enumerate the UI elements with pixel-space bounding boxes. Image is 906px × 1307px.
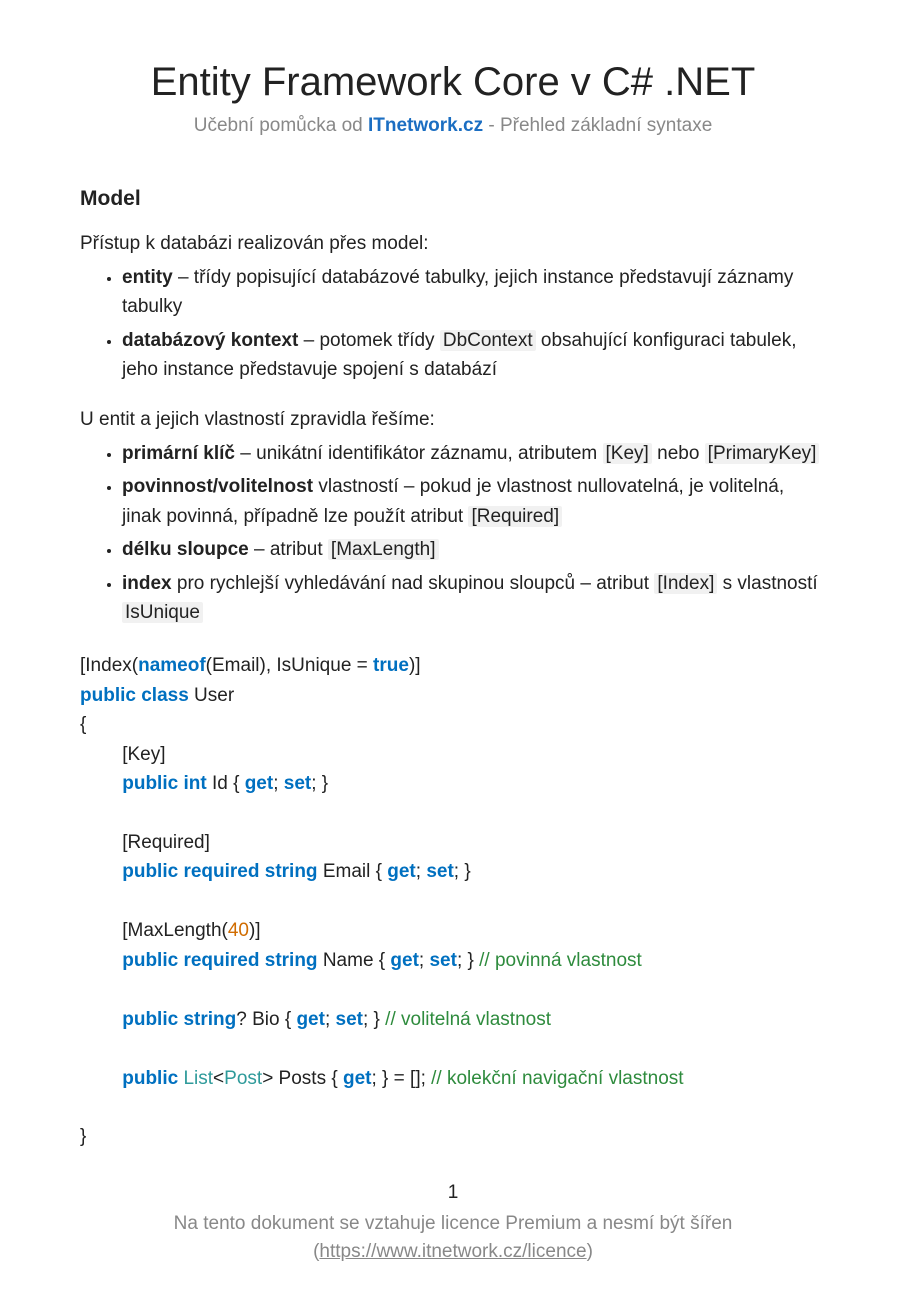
code-keyword: get [296,1009,325,1030]
term-primary-key: primární klíč [122,443,235,464]
code-text: ? Bio { [236,1009,296,1030]
code-keyword: get [390,950,419,971]
text: – potomek třídy [298,330,440,351]
subtitle: Učební pomůcka od ITnetwork.cz - Přehled… [80,115,826,137]
code-text: { [80,714,86,735]
code-isunique: IsUnique [122,602,203,623]
text: nebo [652,443,705,464]
page-title: Entity Framework Core v C# .NET [80,60,826,105]
code-keyword: public required string [122,950,317,971]
text: s vlastností [717,573,817,594]
code-keyword: nameof [138,655,206,676]
code-block-user-class: [Index(nameof(Email), IsUnique = true)] … [80,651,826,1151]
code-text: > Posts { [262,1068,343,1089]
code-text [80,1068,122,1089]
code-text: [Index( [80,655,138,676]
text: – atribut [249,539,328,560]
code-text: Name { [318,950,391,971]
text: pro rychlejší vyhledávání nad skupinou s… [172,573,655,594]
code-keyword: get [343,1068,372,1089]
code-keyword: get [245,773,274,794]
code-number: 40 [228,920,249,941]
list-item: databázový kontext – potomek třídy DbCon… [122,326,826,385]
code-text: Email { [318,861,388,882]
code-keyword: set [284,773,311,794]
term-entity: entity [122,267,173,288]
term-length: délku sloupce [122,539,249,560]
page-number: 1 [80,1182,826,1204]
code-dbcontext: DbContext [440,330,536,351]
code-keyword: true [373,655,409,676]
footer: Na tento dokument se vztahuje licence Pr… [80,1210,826,1267]
paragraph-model-intro: Přístup k databázi realizován přes model… [80,233,826,255]
code-text: } [80,1126,86,1147]
footer-url[interactable]: https://www.itnetwork.cz/licence [319,1241,586,1262]
code-key: [Key] [603,443,652,464]
code-text: ; [419,950,430,971]
code-text [80,861,122,882]
code-text: ; } [457,950,479,971]
list-item: délku sloupce – atribut [MaxLength] [122,535,826,564]
subtitle-link[interactable]: ITnetwork.cz [368,115,483,136]
list-item: povinnost/volitelnost vlastností – pokud… [122,472,826,531]
section-heading-model: Model [80,187,826,211]
list-item: primární klíč – unikátní identifikátor z… [122,439,826,468]
code-text: [Key] [80,744,166,765]
subtitle-pre: Učební pomůcka od [194,115,368,136]
code-index: [Index] [654,573,717,594]
code-keyword: public int [122,773,206,794]
code-text: ; [273,773,284,794]
footer-text: Na tento dokument se vztahuje licence Pr… [174,1213,733,1234]
list-model: entity – třídy popisující databázové tab… [80,263,826,385]
code-text: Id { [207,773,245,794]
code-primarykey: [PrimaryKey] [705,443,820,464]
text: – třídy popisující databázové tabulky, j… [122,267,793,317]
code-keyword: public string [122,1009,236,1030]
subtitle-post: - Přehled základní syntaxe [483,115,712,136]
code-keyword: set [426,861,453,882]
list-item: index pro rychlejší vyhledávání nad skup… [122,569,826,628]
code-text: [Required] [80,832,210,853]
code-text: ; [325,1009,336,1030]
code-type: Post [224,1068,262,1089]
code-text: (Email), IsUnique = [206,655,373,676]
code-text: ; [416,861,427,882]
code-comment: // volitelná vlastnost [385,1009,551,1030]
list-item: entity – třídy popisující databázové tab… [122,263,826,322]
paragraph-entity-intro: U entit a jejich vlastností zpravidla ře… [80,409,826,431]
code-keyword: set [336,1009,363,1030]
code-keyword: public class [80,685,189,706]
code-keyword: public required string [122,861,317,882]
code-type: List [183,1068,213,1089]
code-keyword: get [387,861,416,882]
code-text: ; } [454,861,471,882]
term-index: index [122,573,172,594]
code-text: User [189,685,234,706]
footer-paren-close: ) [587,1241,593,1262]
list-entity-props: primární klíč – unikátní identifikátor z… [80,439,826,628]
code-maxlength: [MaxLength] [328,539,439,560]
term-dbcontext: databázový kontext [122,330,298,351]
code-keyword: set [429,950,456,971]
code-text [80,950,122,971]
code-text: )] [409,655,421,676]
text: – unikátní identifikátor záznamu, atribu… [235,443,603,464]
code-text: < [213,1068,224,1089]
code-comment: // povinná vlastnost [479,950,642,971]
code-text: ; } [363,1009,385,1030]
code-keyword: public [122,1068,178,1089]
code-text: [MaxLength( [80,920,228,941]
code-required: [Required] [468,506,562,527]
code-text: ; } [311,773,328,794]
code-text [80,773,122,794]
code-text: ; } = []; [371,1068,431,1089]
code-text [80,1009,122,1030]
term-required: povinnost/volitelnost [122,476,313,497]
code-comment: // kolekční navigační vlastnost [431,1068,683,1089]
code-text: )] [249,920,261,941]
